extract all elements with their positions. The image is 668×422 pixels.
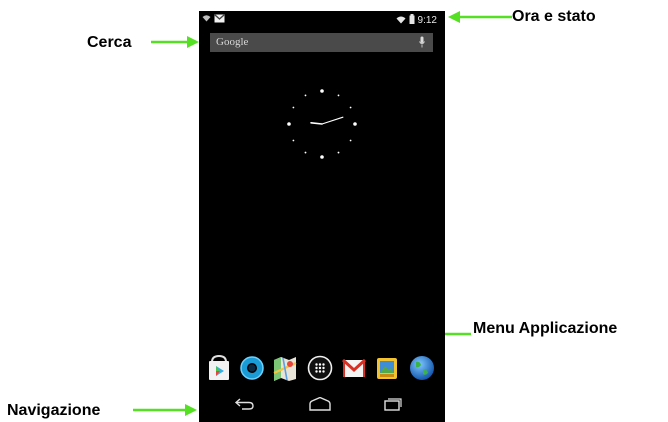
search-label: Google <box>216 36 249 48</box>
wifi-icon <box>202 15 211 22</box>
clock-minute-hand <box>321 116 344 125</box>
phone-screen: 9:12 Google <box>199 11 445 422</box>
clock-tick <box>320 155 324 159</box>
analog-clock-widget[interactable] <box>278 80 366 168</box>
status-right: 9:12 <box>396 14 437 26</box>
status-bar: 9:12 <box>199 11 445 29</box>
globe-icon[interactable] <box>408 353 436 383</box>
clock-tick <box>287 122 291 126</box>
callout-search-label: Cerca <box>87 34 132 51</box>
clock-tick <box>304 94 307 97</box>
home-icon[interactable] <box>309 397 331 411</box>
maps-icon[interactable] <box>271 353 299 383</box>
gmail-icon <box>214 14 225 23</box>
status-left-icons <box>202 13 225 24</box>
battery-icon <box>409 14 415 24</box>
back-icon[interactable] <box>234 397 256 411</box>
arrow-search <box>151 36 199 48</box>
clock-tick <box>353 122 357 126</box>
app-drawer-icon[interactable] <box>306 353 334 383</box>
mic-icon[interactable] <box>419 36 425 48</box>
status-time: 9:12 <box>417 15 437 26</box>
clock-tick <box>320 89 324 93</box>
clock-tick <box>292 139 295 142</box>
arrow-navigation <box>133 404 197 416</box>
recent-apps-icon[interactable] <box>383 397 403 411</box>
gallery-icon[interactable] <box>373 353 401 383</box>
play-store-icon[interactable] <box>205 353 233 383</box>
arrow-status <box>448 11 512 23</box>
gmail-icon[interactable] <box>340 353 368 383</box>
callout-status-label: Ora e stato <box>512 8 596 25</box>
clock-tick <box>304 151 307 154</box>
wifi-icon <box>396 16 406 24</box>
home-dock <box>199 353 445 387</box>
callout-apps-menu-label: Menu Applicazione <box>473 320 618 337</box>
clock-tick <box>337 151 340 154</box>
clock-tick <box>337 94 340 97</box>
clock-tick <box>349 106 352 109</box>
navigation-bar <box>199 387 445 422</box>
clock-tick <box>349 139 352 142</box>
clock-tick <box>292 106 295 109</box>
clock-hour-hand <box>310 122 323 125</box>
callout-navigation-label: Navigazione <box>7 402 101 419</box>
google-search-bar[interactable]: Google <box>210 33 433 52</box>
browser-ring-icon[interactable] <box>238 353 266 383</box>
